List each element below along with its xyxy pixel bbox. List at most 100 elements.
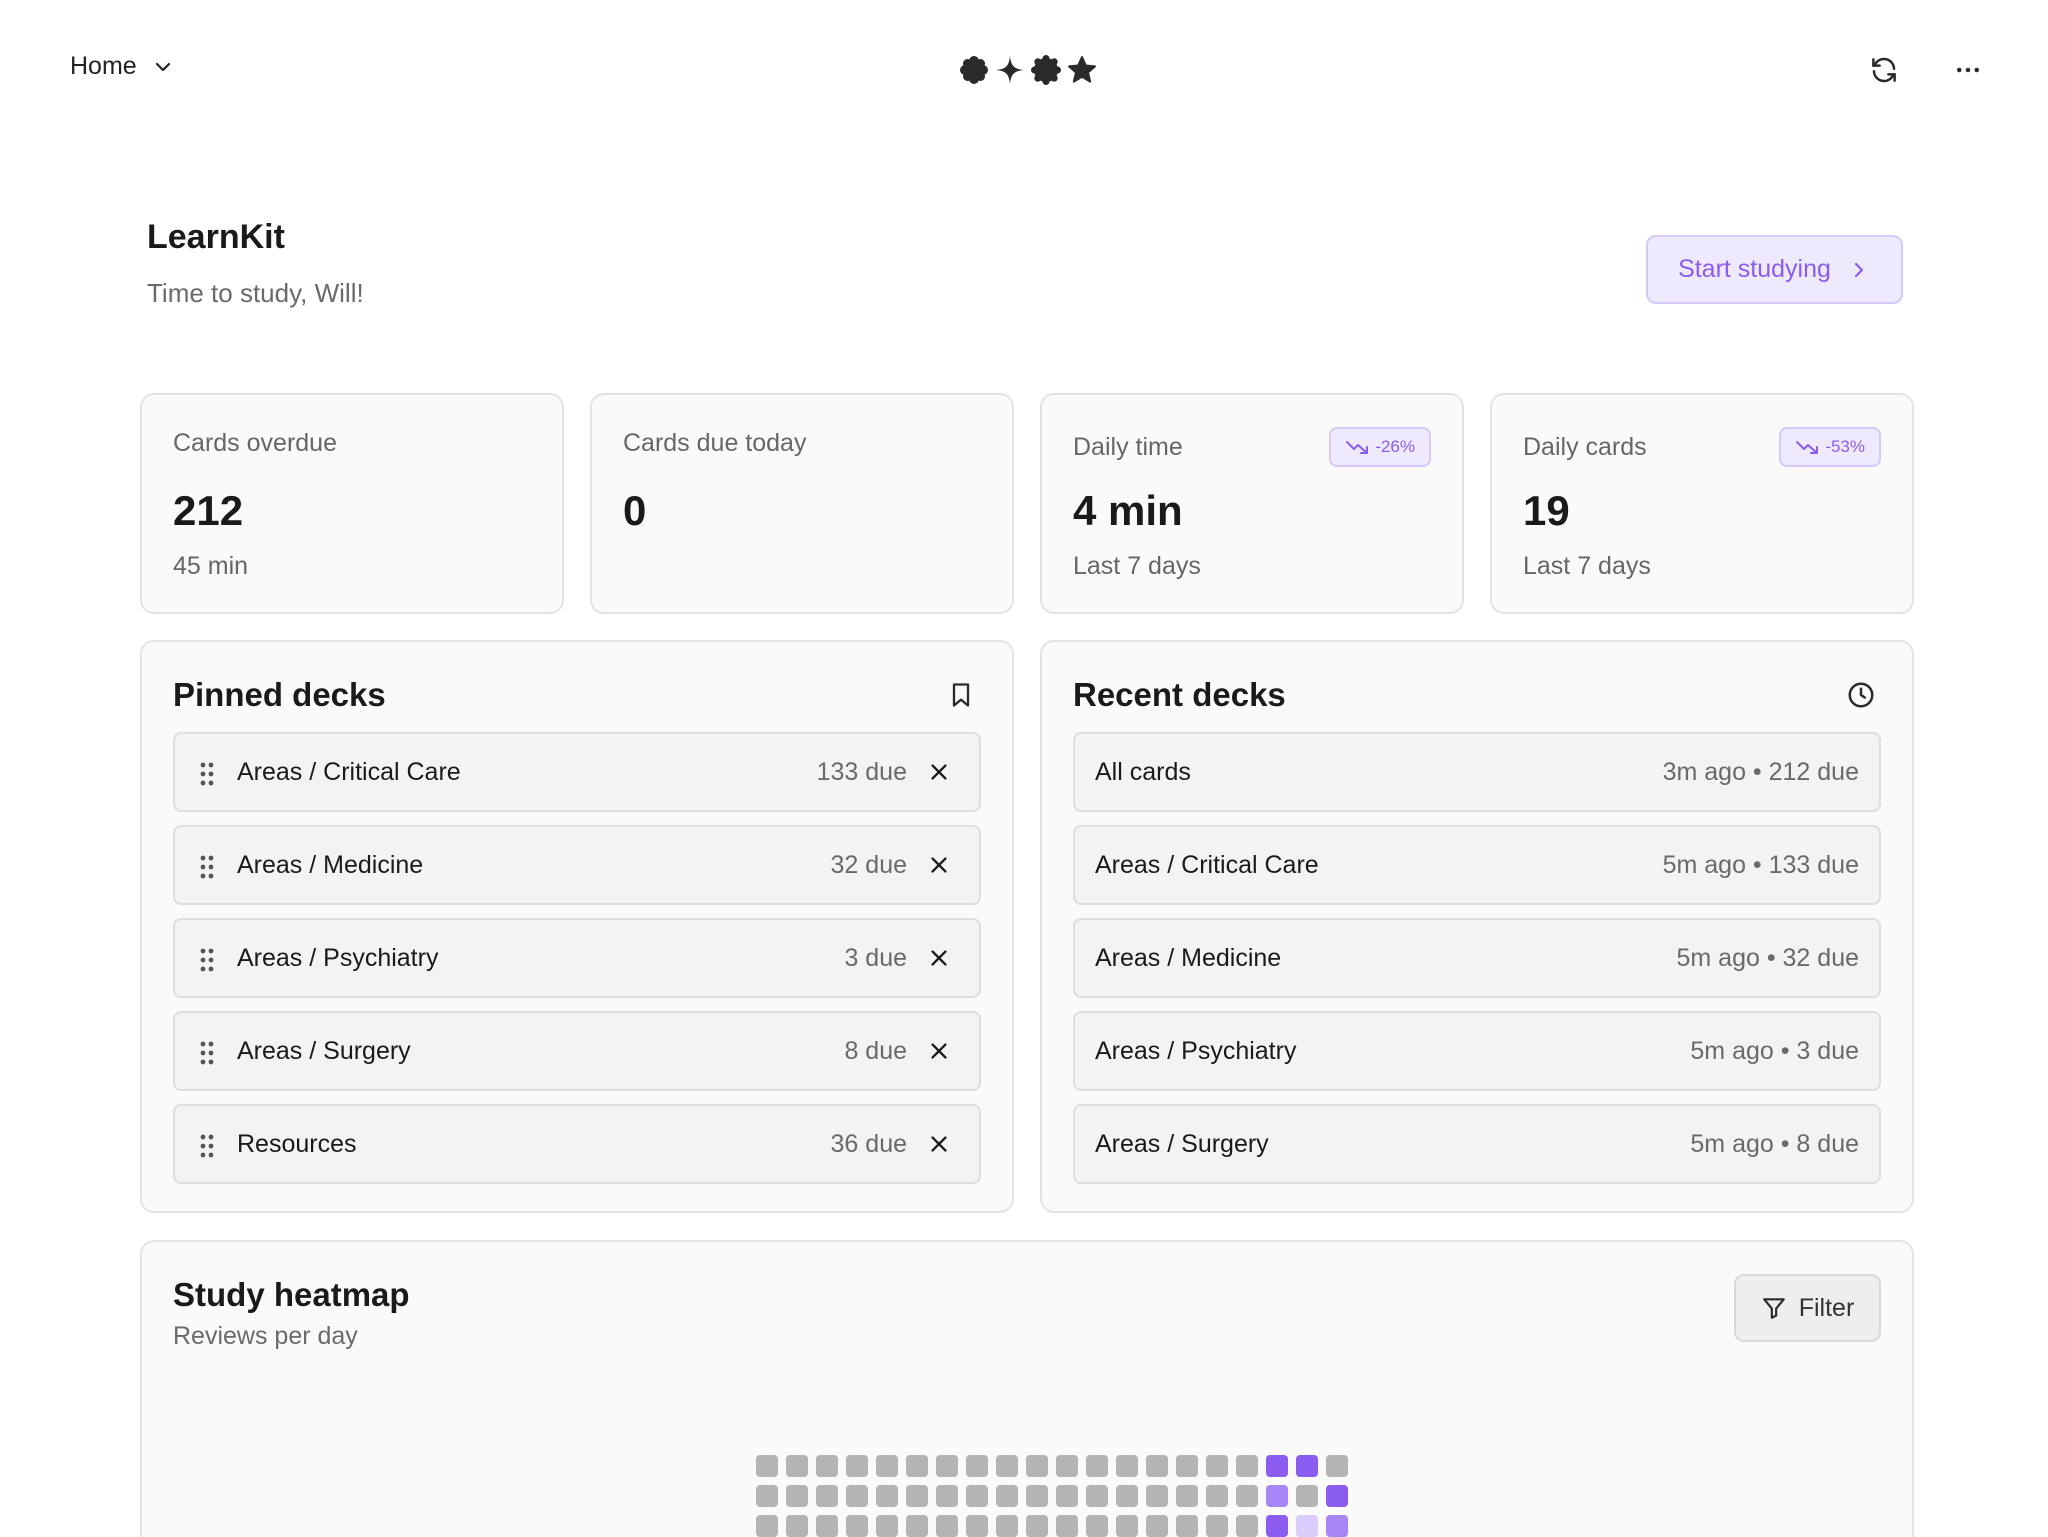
top-bar: Home [0,0,2048,140]
recent-deck-row[interactable]: Areas / Critical Care 5m ago • 133 due [1073,825,1881,905]
start-studying-button[interactable]: Start studying [1646,235,1903,304]
heatmap-cell[interactable] [906,1455,928,1477]
clock-icon [1844,678,1878,712]
heatmap-cell[interactable] [1236,1515,1258,1537]
pinned-deck-row[interactable]: Areas / Surgery 8 due [173,1011,981,1091]
heatmap-cell[interactable] [1116,1455,1138,1477]
heatmap-cell[interactable] [786,1515,808,1537]
heatmap-cell[interactable] [1206,1515,1228,1537]
heatmap-cell[interactable] [996,1485,1018,1507]
recent-deck-row[interactable]: All cards 3m ago • 212 due [1073,732,1881,812]
drag-handle-icon[interactable] [199,947,215,973]
heatmap-cell[interactable] [936,1485,958,1507]
recent-deck-row[interactable]: Areas / Psychiatry 5m ago • 3 due [1073,1011,1881,1091]
heatmap-cell[interactable] [1146,1455,1168,1477]
refresh-button[interactable] [1864,50,1904,90]
heatmap-cell[interactable] [936,1455,958,1477]
heatmap-cell[interactable] [1176,1455,1198,1477]
heatmap-cell[interactable] [1146,1485,1168,1507]
heatmap-cell[interactable] [1026,1485,1048,1507]
heatmap-cell[interactable] [816,1455,838,1477]
heatmap-grid [756,1455,1356,1537]
heatmap-cell[interactable] [1206,1455,1228,1477]
heatmap-cell[interactable] [1296,1485,1318,1507]
close-icon [931,950,947,966]
drag-handle-icon[interactable] [199,761,215,787]
heatmap-cell[interactable] [786,1485,808,1507]
heatmap-cell[interactable] [876,1455,898,1477]
heatmap-cell[interactable] [876,1515,898,1537]
pinned-deck-row[interactable]: Areas / Psychiatry 3 due [173,918,981,998]
home-label: Home [70,52,137,80]
deck-name: Areas / Critical Care [1095,851,1319,879]
drag-handle-icon[interactable] [199,1133,215,1159]
drag-handle-icon[interactable] [199,1040,215,1066]
pinned-deck-row[interactable]: Areas / Critical Care 133 due [173,732,981,812]
heatmap-cell[interactable] [1056,1455,1078,1477]
recent-decks-panel: Recent decks All cards 3m ago • 212 due … [1040,640,1914,1213]
recent-deck-row[interactable]: Areas / Medicine 5m ago • 32 due [1073,918,1881,998]
unpin-button[interactable] [923,942,955,974]
heatmap-cell[interactable] [996,1515,1018,1537]
more-options-button[interactable] [1948,50,1988,90]
heatmap-cell[interactable] [816,1515,838,1537]
deck-name: Areas / Surgery [1095,1130,1269,1158]
unpin-button[interactable] [923,756,955,788]
filter-icon [1762,1298,1785,1319]
recent-deck-row[interactable]: Areas / Surgery 5m ago • 8 due [1073,1104,1881,1184]
heatmap-cell[interactable] [936,1515,958,1537]
unpin-button[interactable] [923,1035,955,1067]
heatmap-cell[interactable] [846,1485,868,1507]
heatmap-cell[interactable] [1206,1485,1228,1507]
heatmap-cell[interactable] [1326,1485,1348,1507]
deck-meta: 5m ago • 133 due [1662,851,1859,879]
heatmap-cell[interactable] [876,1485,898,1507]
drag-handle-icon[interactable] [199,854,215,880]
unpin-button[interactable] [923,849,955,881]
heatmap-cell[interactable] [1026,1455,1048,1477]
heatmap-cell[interactable] [1236,1455,1258,1477]
heatmap-cell[interactable] [1296,1515,1318,1537]
unpin-button[interactable] [923,1128,955,1160]
heatmap-cell[interactable] [906,1485,928,1507]
heatmap-cell[interactable] [1266,1455,1288,1477]
heatmap-cell[interactable] [1176,1485,1198,1507]
heatmap-cell[interactable] [996,1455,1018,1477]
heatmap-cell[interactable] [1296,1455,1318,1477]
pinned-deck-row[interactable]: Areas / Medicine 32 due [173,825,981,905]
heatmap-cell[interactable] [756,1515,778,1537]
heatmap-cell[interactable] [1326,1455,1348,1477]
panel-title: Recent decks [1073,676,1286,713]
heatmap-cell[interactable] [1086,1455,1108,1477]
heatmap-cell[interactable] [1326,1515,1348,1537]
heatmap-cell[interactable] [846,1515,868,1537]
heatmap-cell[interactable] [966,1515,988,1537]
heatmap-cell[interactable] [966,1485,988,1507]
heatmap-cell[interactable] [1146,1515,1168,1537]
heatmap-cell[interactable] [846,1455,868,1477]
heatmap-cell[interactable] [1026,1515,1048,1537]
heatmap-cell[interactable] [756,1485,778,1507]
heatmap-cell[interactable] [1236,1485,1258,1507]
heatmap-cell[interactable] [756,1455,778,1477]
heatmap-cell[interactable] [1266,1485,1288,1507]
filter-button[interactable]: Filter [1734,1274,1881,1342]
deck-name: All cards [1095,758,1191,786]
home-menu-button[interactable]: Home [70,52,175,81]
heatmap-cell[interactable] [1056,1485,1078,1507]
heatmap-cell[interactable] [816,1485,838,1507]
pinned-deck-row[interactable]: Resources 36 due [173,1104,981,1184]
deck-name: Resources [237,1130,357,1158]
heatmap-cell[interactable] [1056,1515,1078,1537]
heatmap-cell[interactable] [1086,1515,1108,1537]
heatmap-cell[interactable] [906,1515,928,1537]
heatmap-cell[interactable] [1086,1485,1108,1507]
heatmap-cell[interactable] [1116,1515,1138,1537]
heatmap-cell[interactable] [1266,1515,1288,1537]
heatmap-cell[interactable] [966,1455,988,1477]
heatmap-cell[interactable] [1116,1485,1138,1507]
heatmap-cell[interactable] [1176,1515,1198,1537]
deck-meta: 5m ago • 8 due [1690,1130,1859,1158]
more-horizontal-icon [1957,67,1979,73]
heatmap-cell[interactable] [786,1455,808,1477]
